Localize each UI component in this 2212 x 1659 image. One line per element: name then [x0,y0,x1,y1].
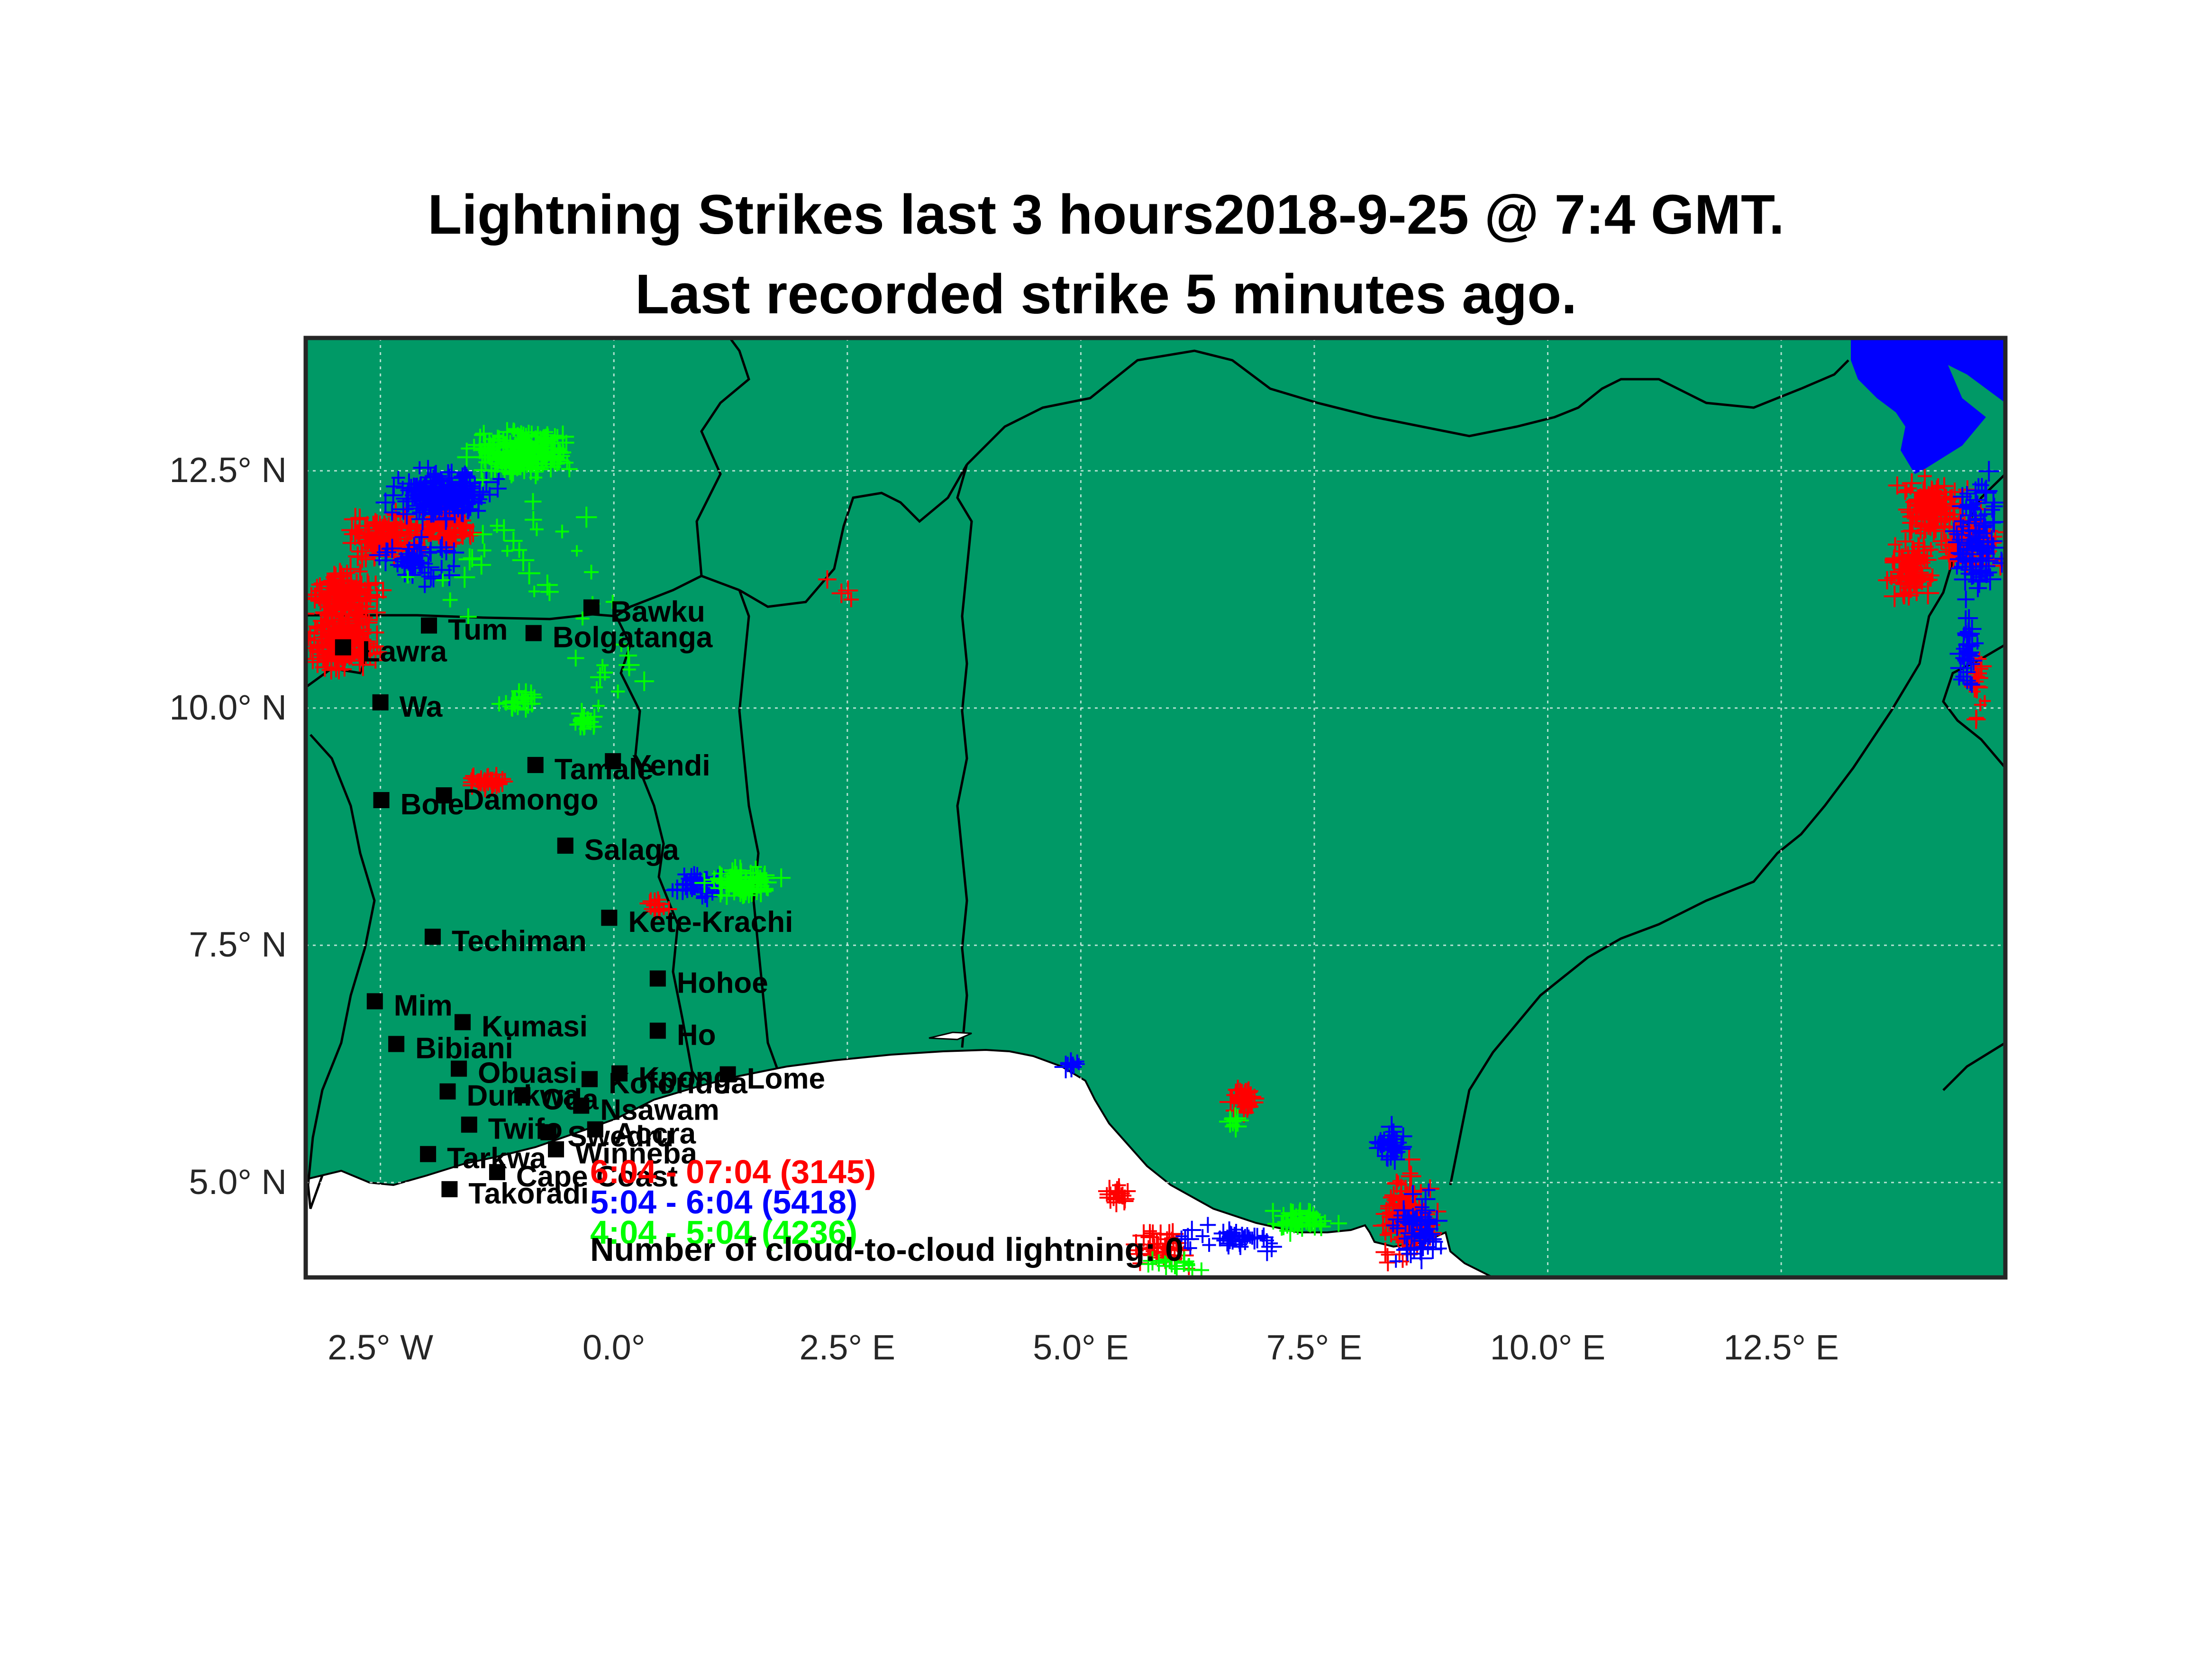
city-label: Oda [541,1084,599,1116]
lon-tick-label: 12.5° E [1723,1328,1839,1367]
city-marker [605,753,621,769]
lon-tick-label: 10.0° E [1490,1328,1606,1367]
city-label: Tum [448,614,508,647]
city-marker [540,1124,557,1140]
city-marker [372,694,389,711]
strike-mark [291,601,302,613]
city-marker [335,639,351,656]
lon-tick-label: 0.0° [582,1328,646,1367]
city-label: Lome [747,1063,825,1095]
city-marker [455,1014,471,1030]
city-marker [649,1022,666,1039]
lon-tick-label: 2.5° W [328,1328,434,1367]
city: Bolgatanga [525,621,713,654]
city-marker [439,1083,456,1100]
city-marker [548,1141,564,1158]
city-label: Damongo [463,784,599,816]
city-marker [583,599,600,616]
cloud-to-cloud-count: Number of cloud-to-cloud lightning: 0 [590,1231,1183,1268]
lightning-map-figure: Lightning Strikes last 3 hours2018-9-25 … [0,0,2212,1659]
city-marker [436,787,452,803]
city-label: Bole [401,788,464,821]
lat-tick-label: 5.0° N [189,1162,287,1202]
city-label: Lawra [362,636,447,668]
city-marker [461,1116,477,1133]
lat-tick-label: 7.5° N [189,925,287,965]
city-marker [424,929,441,945]
city-marker [373,792,390,808]
city-marker [441,1181,458,1197]
city-label: Takoradi [468,1177,589,1210]
lat-tick-label: 12.5° N [169,450,287,490]
lon-tick-label: 2.5° E [799,1328,895,1367]
city-marker [557,838,573,854]
city-marker [527,757,544,773]
city-marker [525,625,542,641]
city-label: Techiman [452,925,587,957]
city-label: Bolgatanga [553,621,713,654]
lon-tick-label: 7.5° E [1266,1328,1363,1367]
strike-mark [283,576,300,593]
city-marker [719,1066,736,1083]
city-marker [573,1097,590,1114]
city-label: Wa [400,691,443,723]
city-marker [514,1087,531,1103]
city-marker [611,1065,628,1082]
city-label: Yendi [632,749,710,782]
city-marker [649,970,666,987]
city-marker [451,1060,467,1077]
map-canvas: BawkuTum BolgatangaLawraWaTamaleYendiBole… [283,336,2008,1280]
city-label: Kete-Krachi [628,906,793,939]
city-marker [421,617,437,634]
city-label: Salaga [584,834,679,866]
lat-tick-label: 10.0° N [169,687,287,727]
city-label: Ho [677,1019,716,1051]
city-marker [420,1146,437,1162]
city-marker [388,1036,405,1052]
city: Kete-Krachi [601,906,793,939]
city-marker [601,910,618,926]
city-label: Kpong [638,1062,731,1094]
city-marker [366,993,383,1010]
city-label: Hohoe [677,966,768,999]
city-label: Mim [394,989,453,1022]
lon-tick-label: 5.0° E [1033,1328,1129,1367]
